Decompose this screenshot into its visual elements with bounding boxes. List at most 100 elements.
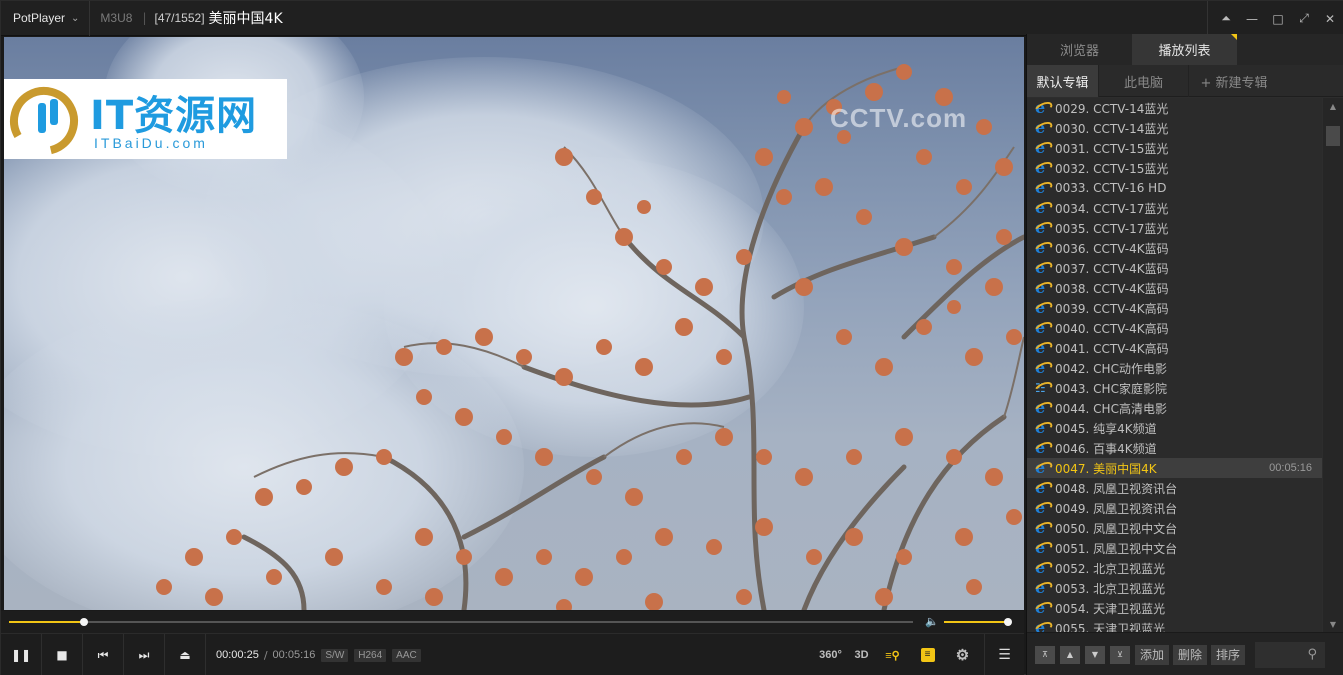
playlist-item[interactable]: 0036. CCTV-4K蓝码 <box>1027 238 1322 258</box>
playlist-item[interactable]: 0035. CCTV-17蓝光 <box>1027 218 1322 238</box>
playlist-item-label: 0055. 天津卫视蓝光 <box>1055 621 1166 633</box>
search-icon[interactable]: ⚲ <box>1308 647 1318 662</box>
playlist-item[interactable]: 0038. CCTV-4K蓝码 <box>1027 278 1322 298</box>
pin-icon[interactable]: ⏶ <box>1214 7 1238 31</box>
playlist-item-label: 0053. 北京卫视蓝光 <box>1055 581 1166 596</box>
volume-slider[interactable] <box>944 618 1012 626</box>
playlist-item[interactable]: 0053. 北京卫视蓝光 <box>1027 578 1322 598</box>
video-codec-badge[interactable]: H264 <box>354 648 387 662</box>
close-icon[interactable]: ✕ <box>1318 7 1342 31</box>
playlist-item[interactable]: 0054. 天津卫视蓝光 <box>1027 598 1322 618</box>
stream-icon <box>1035 338 1049 357</box>
playlist-toggle-icon[interactable]: ≡ <box>912 640 943 670</box>
previous-button[interactable]: ⏮ <box>83 634 124 675</box>
pause-button[interactable]: ❚❚ <box>1 634 42 675</box>
playlist-search[interactable]: ⚲ <box>1255 641 1326 668</box>
playlist-item[interactable]: 0044. CHC高清电影 <box>1027 398 1322 418</box>
playlist-item[interactable]: 0045. 纯享4K频道 <box>1027 418 1322 438</box>
stream-icon <box>1035 518 1049 537</box>
playlist-item[interactable]: 0041. CCTV-4K高码 <box>1027 338 1322 358</box>
open-file-button[interactable]: ⏏ <box>165 634 206 675</box>
stream-icon <box>1035 318 1049 337</box>
move-up-icon[interactable]: ▲ <box>1060 645 1080 664</box>
stream-icon <box>1035 138 1049 157</box>
tab-playlist[interactable]: 播放列表 <box>1132 34 1237 65</box>
tab-browser[interactable]: 浏览器 <box>1027 34 1132 65</box>
playlist-item[interactable]: 0029. CCTV-14蓝光 <box>1027 98 1322 118</box>
app-menu-button[interactable]: PotPlayer ⌄ <box>1 0 91 36</box>
scroll-thumb[interactable] <box>1326 126 1340 146</box>
tab-default-album[interactable]: 默认专辑 <box>1027 65 1099 97</box>
render-badge[interactable]: S/W <box>321 648 349 662</box>
vr-360-button[interactable]: 360° <box>815 640 846 670</box>
right-controls: 360° 3D ≡⚲ ≡ ⚙ ☰ <box>815 634 1024 675</box>
playlist-item[interactable]: 0043. CHC家庭影院 <box>1027 378 1322 398</box>
playlist-item[interactable]: 0046. 百事4K频道 <box>1027 438 1322 458</box>
playlist-item[interactable]: 0055. 天津卫视蓝光 <box>1027 618 1322 632</box>
stop-button[interactable]: ■ <box>42 634 83 675</box>
move-bottom-icon[interactable]: ⊻ <box>1110 645 1130 664</box>
video-area[interactable]: CCTV.com IT资源网 ITBaiDu.com <box>4 37 1024 610</box>
playlist-item[interactable]: 0040. CCTV-4K高码 <box>1027 318 1322 338</box>
stream-icon <box>1035 178 1049 197</box>
time-separator: / <box>263 648 268 662</box>
volume-icon[interactable]: 🔈 <box>925 615 939 628</box>
playlist-item-label: 0029. CCTV-14蓝光 <box>1055 101 1169 116</box>
menu-icon[interactable]: ☰ <box>984 634 1024 675</box>
playlist-scrollbar[interactable]: ▲ ▼ <box>1323 98 1343 632</box>
window-title: 美丽中国4K <box>208 11 283 27</box>
scroll-up-icon[interactable]: ▲ <box>1323 98 1343 114</box>
playlist-item[interactable]: 0034. CCTV-17蓝光 <box>1027 198 1322 218</box>
format-label: M3U8 <box>100 11 133 25</box>
minimize-icon[interactable]: — <box>1240 7 1264 31</box>
seek-row: 🔈 <box>1 611 1024 633</box>
channel-logo: CCTV.com <box>830 103 968 133</box>
playlist-item-label: 0050. 凤凰卫视中文台 <box>1055 521 1178 536</box>
playlist-search-icon[interactable]: ≡⚲ <box>877 640 908 670</box>
playlist-item-label: 0051. 凤凰卫视中文台 <box>1055 541 1178 556</box>
playlist-item[interactable]: 0049. 凤凰卫视资讯台 <box>1027 498 1322 518</box>
delete-button[interactable]: 删除 <box>1173 644 1208 665</box>
app-name: PotPlayer <box>13 11 66 25</box>
playlist-item[interactable]: 0042. CHC动作电影 <box>1027 358 1322 378</box>
playlist-item[interactable]: 0030. CCTV-14蓝光 <box>1027 118 1322 138</box>
playlist-item[interactable]: 0050. 凤凰卫视中文台 <box>1027 518 1322 538</box>
playlist-item[interactable]: 0032. CCTV-15蓝光 <box>1027 158 1322 178</box>
title-bar: PotPlayer ⌄ M3U8 | [47/1552] 美丽中国4K ⏶ — … <box>1 0 1343 36</box>
fullscreen-icon[interactable]: ⤢ <box>1292 7 1316 31</box>
stream-icon <box>1035 358 1049 377</box>
stream-icon <box>1035 418 1049 437</box>
scroll-down-icon[interactable]: ▼ <box>1323 616 1343 632</box>
audio-codec-badge[interactable]: AAC <box>392 648 421 662</box>
add-button[interactable]: 添加 <box>1135 644 1170 665</box>
playlist-item[interactable]: 0031. CCTV-15蓝光 <box>1027 138 1322 158</box>
seek-bar[interactable] <box>9 618 913 626</box>
tab-this-pc[interactable]: 此电脑 <box>1099 65 1189 97</box>
watermark: IT资源网 ITBaiDu.com <box>4 79 287 159</box>
playlist-item[interactable]: 0033. CCTV-16 HD <box>1027 178 1322 198</box>
watermark-subtitle: ITBaiDu.com <box>94 135 208 151</box>
gear-icon[interactable]: ⚙ <box>947 640 978 670</box>
playlist-item-label: 0033. CCTV-16 HD <box>1055 181 1167 195</box>
watermark-logo-icon <box>10 87 78 155</box>
playlist-position: [47/1552] <box>154 11 205 25</box>
3d-button[interactable]: 3D <box>846 640 877 670</box>
stream-icon <box>1035 238 1049 257</box>
move-down-icon[interactable]: ▼ <box>1085 645 1105 664</box>
playlist-item-label: 0032. CCTV-15蓝光 <box>1055 161 1169 176</box>
stream-icon <box>1035 498 1049 517</box>
playlist-item[interactable]: 0047. 美丽中国4K 00:05:16 <box>1027 458 1322 478</box>
move-top-icon[interactable]: ⊼ <box>1035 645 1055 664</box>
sort-button[interactable]: 排序 <box>1211 644 1246 665</box>
playlist-item[interactable]: 0052. 北京卫视蓝光 <box>1027 558 1322 578</box>
playlist-item[interactable]: 0048. 凤凰卫视资讯台 <box>1027 478 1322 498</box>
maximize-icon[interactable]: □ <box>1266 7 1290 31</box>
seek-handle[interactable] <box>80 618 89 626</box>
playlist-item[interactable]: 0051. 凤凰卫视中文台 <box>1027 538 1322 558</box>
next-button[interactable]: ⏭ <box>124 634 165 675</box>
playlist-item[interactable]: 0037. CCTV-4K蓝码 <box>1027 258 1322 278</box>
new-album-button[interactable]: + 新建专辑 <box>1189 65 1279 97</box>
stream-icon <box>1035 598 1049 617</box>
volume-handle[interactable] <box>1004 618 1012 626</box>
playlist-item[interactable]: 0039. CCTV-4K高码 <box>1027 298 1322 318</box>
